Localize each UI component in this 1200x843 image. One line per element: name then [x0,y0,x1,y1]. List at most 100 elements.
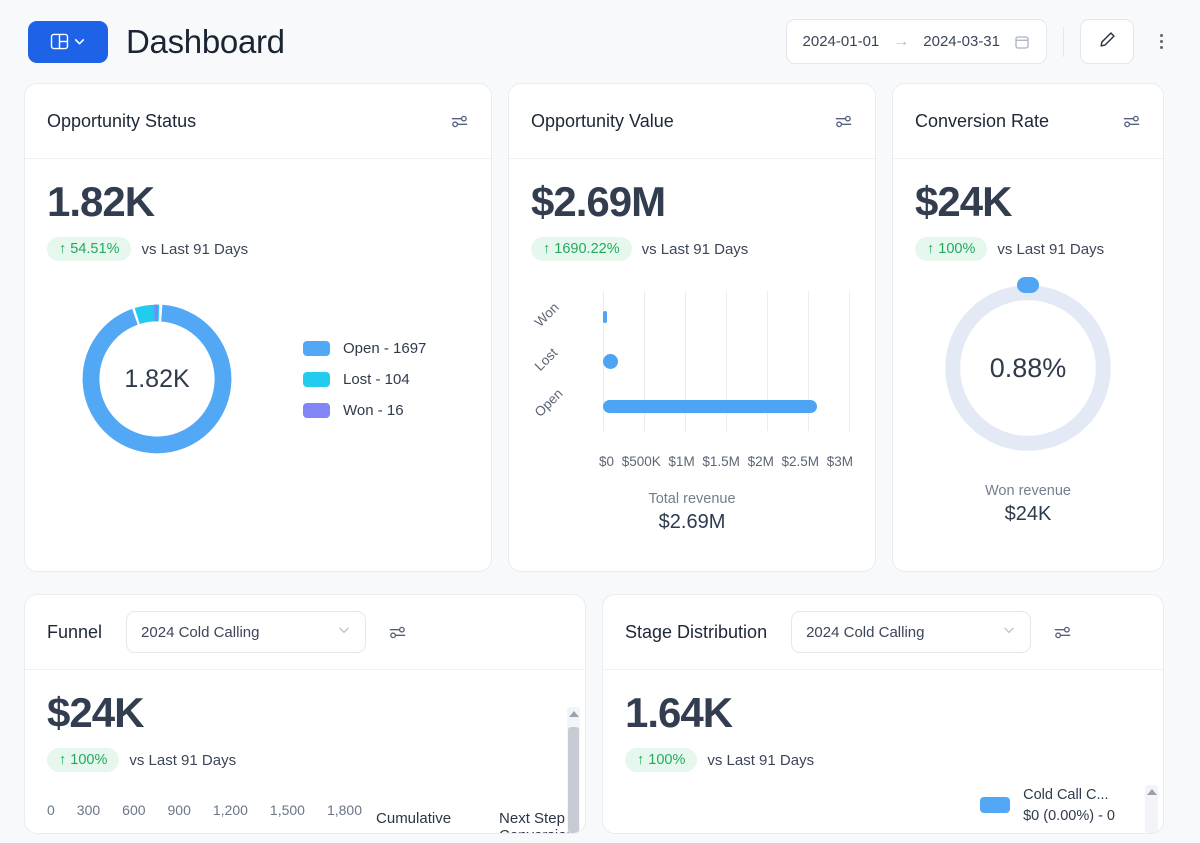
kebab-dot [1159,40,1163,43]
chevron-down-icon [1002,623,1016,641]
card-title: Stage Distribution [625,621,768,642]
x-tick: $3M [826,454,853,469]
card-header: Stage Distribution 2024 Cold Calling [603,595,1163,670]
card-header: Opportunity Value [509,84,875,159]
card-conversion-rate: Conversion Rate $24K ↑ 100% vs Last 91 D… [892,83,1164,572]
legend-label: Cold Call C... [1023,786,1109,803]
column-header-cumulative: Cumulative [376,810,452,827]
x-tick: $0 [599,454,615,469]
metric-value: 1.82K [47,178,155,225]
x-tick: $2M [747,454,774,469]
metric-delta: ↑ 54.51% vs Last 91 Days [47,237,469,261]
bar-won[interactable] [603,311,607,323]
x-tick: $500K [621,454,661,469]
card-title: Conversion Rate [915,110,1050,131]
donut-legend: Open - 1697 Lost - 104 Won - 16 [303,340,426,419]
card-header: Opportunity Status [25,84,491,159]
legend-swatch-won [303,402,330,418]
card-title: Funnel [47,621,103,642]
scroll-up-arrow-icon[interactable] [568,711,579,717]
next-step-line-1: Next Step [499,810,565,827]
column-header-next-step-conversion: Next Step Conversion [499,810,575,833]
legend-item[interactable]: Open - 1697 [303,340,426,357]
calendar-icon [1014,34,1030,50]
funnel-campaign-select[interactable]: 2024 Cold Calling [126,611,367,653]
select-value: 2024 Cold Calling [141,623,260,641]
legend-label-lost: Lost - 104 [343,370,410,388]
stage-distribution-legend: Cold Call C... $0 (0.00%) - 0 [980,785,1115,827]
delta-badge: ↑ 100% [625,748,698,772]
stage-distribution-campaign-select[interactable]: 2024 Cold Calling [791,611,1032,653]
funnel-x-axis: 0 300 600 900 1,200 1,500 1,800 [47,802,362,818]
conversion-rate-gauge[interactable]: 0.88% [935,275,1121,461]
legend-swatch-cold-call [980,796,1011,813]
opportunity-status-donut[interactable]: 1.82K [73,295,241,463]
date-range-arrow-icon: → [893,32,910,50]
card-opportunity-value: Opportunity Value $2.69M ↑ 1690.22% vs L… [508,83,876,572]
date-to-value[interactable]: 2024-03-31 [923,33,1000,50]
footer-value: $2.69M [658,511,726,533]
card-footer: Total revenue $2.69M [509,491,875,552]
card-body: $24K ↑ 100% vs Last 91 Days 0.88% [893,159,1163,483]
metric-value: 1.64K [625,689,733,736]
metric-delta: ↑ 100% vs Last 91 Days [915,237,1141,261]
axis-label-lost: Lost [531,345,561,374]
card-body: 1.64K ↑ 100% vs Last 91 Days [603,670,1163,794]
gauge-center-label: 0.88% [989,352,1067,383]
more-options-button[interactable] [1146,19,1176,64]
layout-switcher-button[interactable] [28,20,108,63]
metric-delta: ↑ 100% vs Last 91 Days [47,748,555,772]
funnel-column-headers: Cumulative Next Step Conversion [376,810,575,833]
funnel-scrollbar[interactable] [567,707,580,833]
x-tick: 0 [47,802,55,818]
opportunity-value-bar-chart[interactable]: Won Lost Open $0 $500K $1M $1.5M $2M $2.… [531,287,853,469]
next-step-line-2: Conversion [499,827,575,833]
sliders-icon[interactable] [1122,112,1141,131]
footer-label: Won revenue [985,483,1071,499]
bar-open[interactable] [603,400,818,413]
card-opportunity-status: Opportunity Status 1.82K ↑ 54.51% vs Las… [24,83,492,572]
bar-chart-plot: Won Lost Open [532,291,850,431]
dashboard-row-2: Funnel 2024 Cold Calling $24K ↑ 100% vs … [0,594,1200,834]
legend-item[interactable]: Won - 16 [303,402,426,419]
sliders-icon[interactable] [388,623,407,642]
axis-label-open: Open [531,385,566,420]
card-body: $2.69M ↑ 1690.22% vs Last 91 Days Won Lo… [509,159,875,491]
delta-label: vs Last 91 Days [129,751,237,769]
funnel-chart-area: 0 300 600 900 1,200 1,500 1,800 Cumulati… [47,772,575,833]
page-title: Dashboard [126,22,285,60]
bar-lost[interactable] [603,354,618,369]
card-funnel: Funnel 2024 Cold Calling $24K ↑ 100% vs … [24,594,586,834]
card-footer: Won revenue $24K [893,483,1163,544]
delta-label: vs Last 91 Days [997,240,1105,258]
metric-value: $2.69M [531,178,666,225]
chevron-down-icon [337,623,351,641]
kebab-dot [1159,46,1163,49]
dashboard-layout-icon [50,32,69,51]
date-from-value[interactable]: 2024-01-01 [803,33,880,50]
sliders-icon[interactable] [1053,623,1072,642]
legend-label-won: Won - 16 [343,401,404,419]
card-title: Opportunity Status [47,110,197,131]
legend-text[interactable]: Cold Call C... $0 (0.00%) - 0 [1023,785,1115,827]
metric-delta: ↑ 1690.22% vs Last 91 Days [531,237,853,261]
stage-distribution-scrollbar[interactable] [1145,785,1158,833]
sliders-icon[interactable] [834,112,853,131]
delta-badge: ↑ 100% [47,748,120,772]
legend-item[interactable]: Lost - 104 [303,371,426,388]
scroll-up-arrow-icon[interactable] [1146,789,1157,795]
select-value: 2024 Cold Calling [806,623,925,641]
sliders-icon[interactable] [450,112,469,131]
bar-chart-bars [603,291,849,431]
date-range-picker[interactable]: 2024-01-01 → 2024-03-31 [785,19,1047,64]
edit-dashboard-button[interactable] [1080,19,1134,64]
metric-value: $24K [915,178,1012,225]
card-stage-distribution: Stage Distribution 2024 Cold Calling 1.6… [602,594,1164,834]
x-tick: $2.5M [781,454,820,469]
x-tick: $1.5M [702,454,740,469]
pencil-icon [1098,30,1117,54]
x-tick: 1,200 [212,802,248,818]
scrollbar-thumb[interactable] [568,727,579,833]
card-body: 1.82K ↑ 54.51% vs Last 91 Days 1.82K Ope… [25,159,491,485]
legend-value: $0 (0.00%) - 0 [1023,807,1115,824]
